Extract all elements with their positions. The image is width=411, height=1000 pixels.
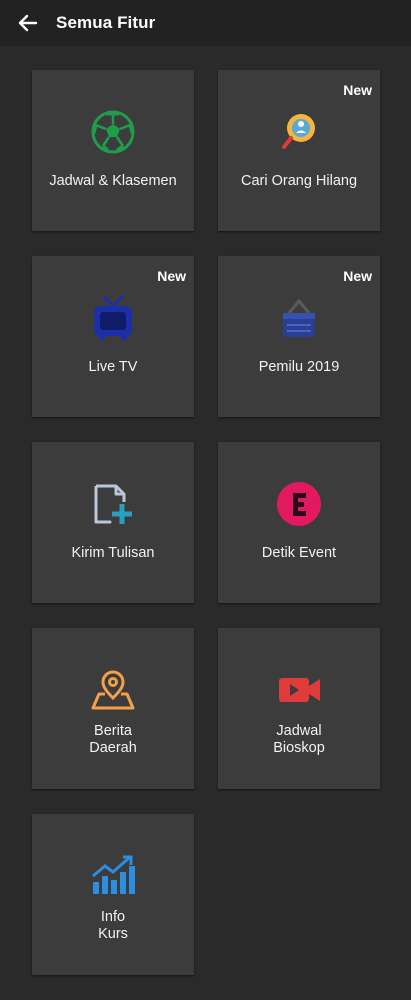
new-badge: New xyxy=(343,268,372,284)
page-title: Semua Fitur xyxy=(56,13,156,32)
document-add-icon xyxy=(89,480,137,528)
new-badge: New xyxy=(157,268,186,284)
tile-pemilu-2019[interactable]: New Pemilu 2019 xyxy=(218,256,380,417)
tile-jadwal-bioskop[interactable]: Jadwal Bioskop xyxy=(218,628,380,789)
tile-jadwal-klasemen[interactable]: Jadwal & Klasemen xyxy=(32,70,194,231)
new-badge: New xyxy=(343,82,372,98)
tile-label: Live TV xyxy=(88,359,138,375)
tile-detik-event[interactable]: Detik Event xyxy=(218,442,380,603)
soccer-ball-icon xyxy=(89,108,137,156)
chart-growth-icon xyxy=(89,852,137,900)
map-pin-icon xyxy=(89,666,137,714)
tile-live-tv[interactable]: New Live TV xyxy=(32,256,194,417)
tile-kirim-tulisan[interactable]: Kirim Tulisan xyxy=(32,442,194,603)
tv-icon xyxy=(89,294,137,342)
tile-berita-daerah[interactable]: Berita Daerah xyxy=(32,628,194,789)
tile-cari-orang-hilang[interactable]: New Cari Orang Hilang xyxy=(218,70,380,231)
tile-label: Pemilu 2019 xyxy=(258,359,340,375)
tile-label: Detik Event xyxy=(261,545,337,561)
tile-label: Kirim Tulisan xyxy=(71,545,155,561)
magnifier-search-icon xyxy=(275,108,323,156)
back-button[interactable] xyxy=(14,9,42,37)
ballot-box-icon xyxy=(275,294,323,342)
event-e-icon xyxy=(275,480,323,528)
tile-label: Info Kurs xyxy=(98,909,128,942)
back-arrow-icon xyxy=(18,14,38,32)
video-camera-icon xyxy=(275,666,323,714)
app-bar: Semua Fitur xyxy=(0,0,411,46)
tile-label: Cari Orang Hilang xyxy=(240,173,358,189)
tile-label: Berita Daerah xyxy=(89,723,137,756)
tile-label: Jadwal & Klasemen xyxy=(49,173,177,189)
tile-info-kurs[interactable]: Info Kurs xyxy=(32,814,194,975)
tile-label: Jadwal Bioskop xyxy=(273,723,325,756)
